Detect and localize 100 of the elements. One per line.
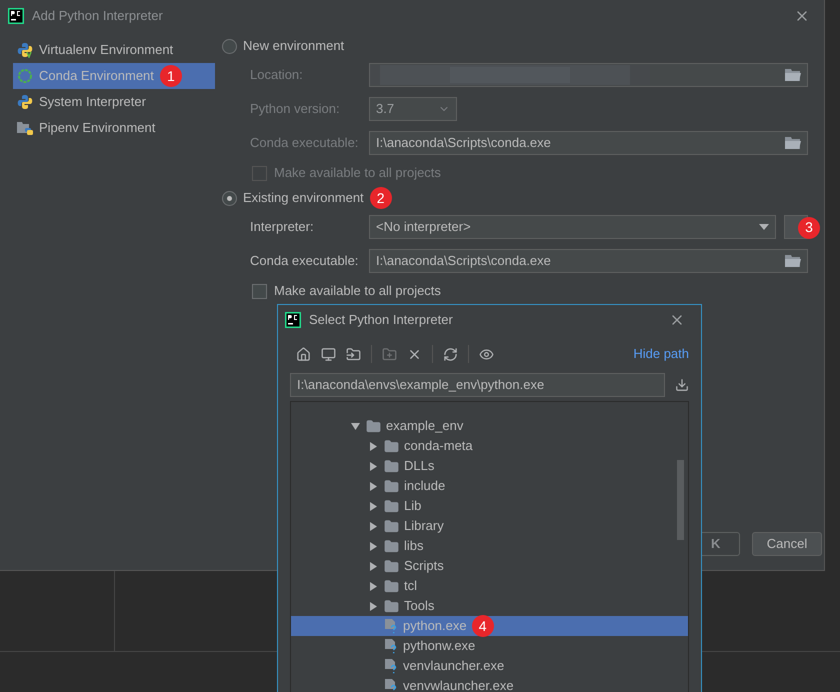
folder-icon[interactable] — [785, 254, 801, 268]
radio-button[interactable] — [222, 38, 237, 54]
tree-label: include — [404, 477, 446, 496]
tree-row[interactable]: Lib — [291, 496, 688, 516]
unknown-file-icon — [384, 658, 398, 674]
sidebar-item[interactable]: System Interpreter — [13, 89, 215, 115]
scrollbar[interactable] — [677, 460, 684, 540]
sidebar-item[interactable]: Pipenv Environment — [13, 115, 215, 141]
tree-label: Tools — [404, 597, 434, 616]
folder-icon — [384, 538, 399, 554]
folder-icon[interactable] — [346, 346, 361, 362]
collapsed-arrow-icon[interactable] — [368, 442, 378, 450]
collapsed-arrow-icon[interactable] — [368, 502, 378, 510]
unknown-file-icon — [384, 678, 398, 692]
sidebar-label: Conda Environment — [39, 67, 154, 86]
python-icon — [17, 42, 33, 58]
sidebar-item[interactable]: Virtualenv Environment — [13, 37, 215, 63]
tree-label: venvlauncher.exe — [403, 657, 504, 676]
field-label: Conda executable: — [250, 252, 360, 270]
unknown-file-icon — [384, 618, 398, 634]
radio-button[interactable] — [222, 190, 237, 206]
number-badge: 1 — [160, 65, 182, 87]
collapsed-arrow-icon[interactable] — [368, 482, 378, 490]
tree-row[interactable]: tcl — [291, 576, 688, 596]
folder-icon — [384, 598, 399, 614]
tree-row[interactable]: conda-meta — [291, 436, 688, 456]
collapsed-arrow-icon[interactable] — [368, 542, 378, 550]
tree-label: Library — [404, 517, 444, 536]
folder-icon — [366, 418, 381, 434]
python-icon — [17, 94, 33, 110]
tree-label: example_env — [386, 417, 464, 436]
sidebar-label: Virtualenv Environment — [39, 41, 174, 60]
tree-label: conda-meta — [404, 437, 473, 456]
tree-label: DLLs — [404, 457, 434, 476]
app-logo-icon — [8, 8, 24, 24]
eye-icon[interactable] — [479, 346, 494, 362]
checkbox-label[interactable]: Make available to all projects — [274, 281, 441, 301]
folder-icon[interactable] — [785, 136, 801, 150]
field-label: Location: — [250, 66, 304, 84]
folder-icon — [384, 458, 399, 474]
path-field[interactable] — [369, 63, 808, 87]
sidebar-label: Pipenv Environment — [39, 119, 156, 138]
window-title: Add Python Interpreter — [32, 7, 164, 26]
tree-label: venvwlauncher.exe — [403, 677, 514, 692]
checkbox[interactable] — [252, 284, 267, 298]
collapsed-arrow-icon[interactable] — [368, 462, 378, 470]
path-field[interactable]: I:\anaconda\envs\example_env\python.exe — [290, 373, 665, 397]
download-icon[interactable] — [675, 378, 689, 392]
refresh-icon[interactable] — [443, 346, 458, 362]
collapsed-arrow-icon[interactable] — [368, 562, 378, 570]
collapsed-arrow-icon[interactable] — [368, 522, 378, 530]
checkbox[interactable] — [252, 166, 267, 180]
tree-label: python.exe — [403, 617, 467, 636]
tree-row[interactable]: venvlauncher.exe — [291, 656, 688, 676]
caret-icon — [759, 224, 769, 230]
collapsed-arrow-icon[interactable] — [368, 602, 378, 610]
path-field[interactable]: I:\anaconda\Scripts\conda.exe — [369, 249, 808, 273]
path-field[interactable]: I:\anaconda\Scripts\conda.exe — [369, 131, 808, 155]
folder-icon[interactable] — [785, 68, 801, 82]
sidebar-item[interactable]: Conda Environment 1 — [13, 63, 215, 89]
tree-label: Scripts — [404, 557, 444, 576]
dialog-title: Select Python Interpreter — [309, 311, 454, 330]
folder-icon — [384, 518, 399, 534]
version-dropdown[interactable]: 3.7 — [369, 97, 457, 121]
sidebar-label: System Interpreter — [39, 93, 146, 112]
unknown-file-icon — [384, 638, 398, 654]
cancel-button[interactable]: Cancel — [752, 532, 822, 556]
folder-python-icon — [17, 120, 33, 136]
tree-label: pythonw.exe — [403, 637, 476, 656]
ring-icon — [17, 68, 33, 84]
tree-row[interactable]: venvwlauncher.exe — [291, 676, 688, 692]
tree-label: Lib — [404, 497, 422, 516]
tree-row[interactable]: include — [291, 476, 688, 496]
folder-icon — [384, 498, 399, 514]
field-label: Conda executable: — [250, 134, 360, 152]
tree-label: tcl — [404, 577, 417, 596]
tree-row[interactable]: DLLs — [291, 456, 688, 476]
tree-row[interactable]: pythonw.exe — [291, 636, 688, 656]
field-label: Interpreter: — [250, 218, 315, 236]
hide-path-link[interactable]: Hide path — [633, 344, 689, 364]
radio-label[interactable]: New environment — [243, 36, 344, 56]
home-icon[interactable] — [296, 346, 311, 362]
number-badge: 4 — [472, 615, 494, 637]
monitor-icon[interactable] — [321, 346, 336, 362]
radio-label[interactable]: Existing environment — [243, 188, 364, 208]
expanded-arrow-icon[interactable] — [350, 422, 360, 430]
collapsed-arrow-icon[interactable] — [368, 582, 378, 590]
app-logo-icon — [285, 312, 301, 328]
number-badge: 2 — [370, 187, 392, 209]
folder-icon — [384, 438, 399, 454]
tree-row[interactable]: Tools — [291, 596, 688, 616]
tree-row[interactable]: Scripts — [291, 556, 688, 576]
folder-icon — [384, 478, 399, 494]
tree-row[interactable]: python.exe 4 — [291, 616, 688, 636]
folder-icon — [384, 558, 399, 574]
folder-icon — [384, 578, 399, 594]
field-label: Python version: — [250, 100, 341, 118]
tree-label: libs — [404, 537, 424, 556]
tree-row[interactable]: example_env — [291, 416, 688, 436]
interpreter-dropdown[interactable]: <No interpreter> — [369, 215, 776, 239]
